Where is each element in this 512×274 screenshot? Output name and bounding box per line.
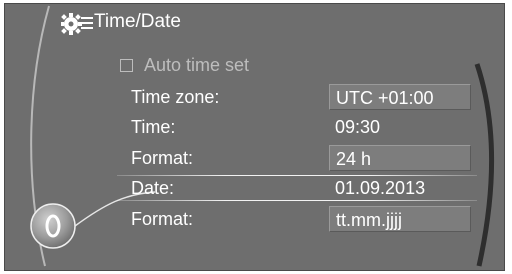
date-value[interactable]: 01.09.2013 [329,175,471,201]
setting-row-date-format[interactable]: Format: tt.mm.jjjj [129,206,475,232]
date-label: Date: [131,178,175,198]
settings-gear-icon [61,13,93,35]
date-format-label: Format: [131,209,194,229]
time-format-label: Format: [131,148,194,168]
setting-row-date[interactable]: Date: 01.09.2013 [117,175,477,201]
setting-row-time-zone[interactable]: Time zone: UTC +01:00 [129,84,475,110]
time-zone-label: Time zone: [131,87,220,107]
controller-knob-icon [30,203,76,249]
page-title: Time/Date [94,11,181,32]
date-format-value[interactable]: tt.mm.jjjj [329,206,471,232]
time-format-value[interactable]: 24 h [329,145,471,171]
time-zone-value[interactable]: UTC +01:00 [329,84,471,110]
time-date-screen: Time/Date Auto time set Time zone: UTC +… [4,3,505,271]
auto-time-set-checkbox[interactable] [120,58,133,72]
auto-time-set-option[interactable]: Auto time set [120,53,249,77]
time-value[interactable]: 09:30 [329,114,471,140]
auto-time-set-label: Auto time set [144,54,250,75]
setting-row-time-format[interactable]: Format: 24 h [129,145,475,171]
setting-row-time[interactable]: Time: 09:30 [129,114,475,140]
time-label: Time: [131,117,176,137]
